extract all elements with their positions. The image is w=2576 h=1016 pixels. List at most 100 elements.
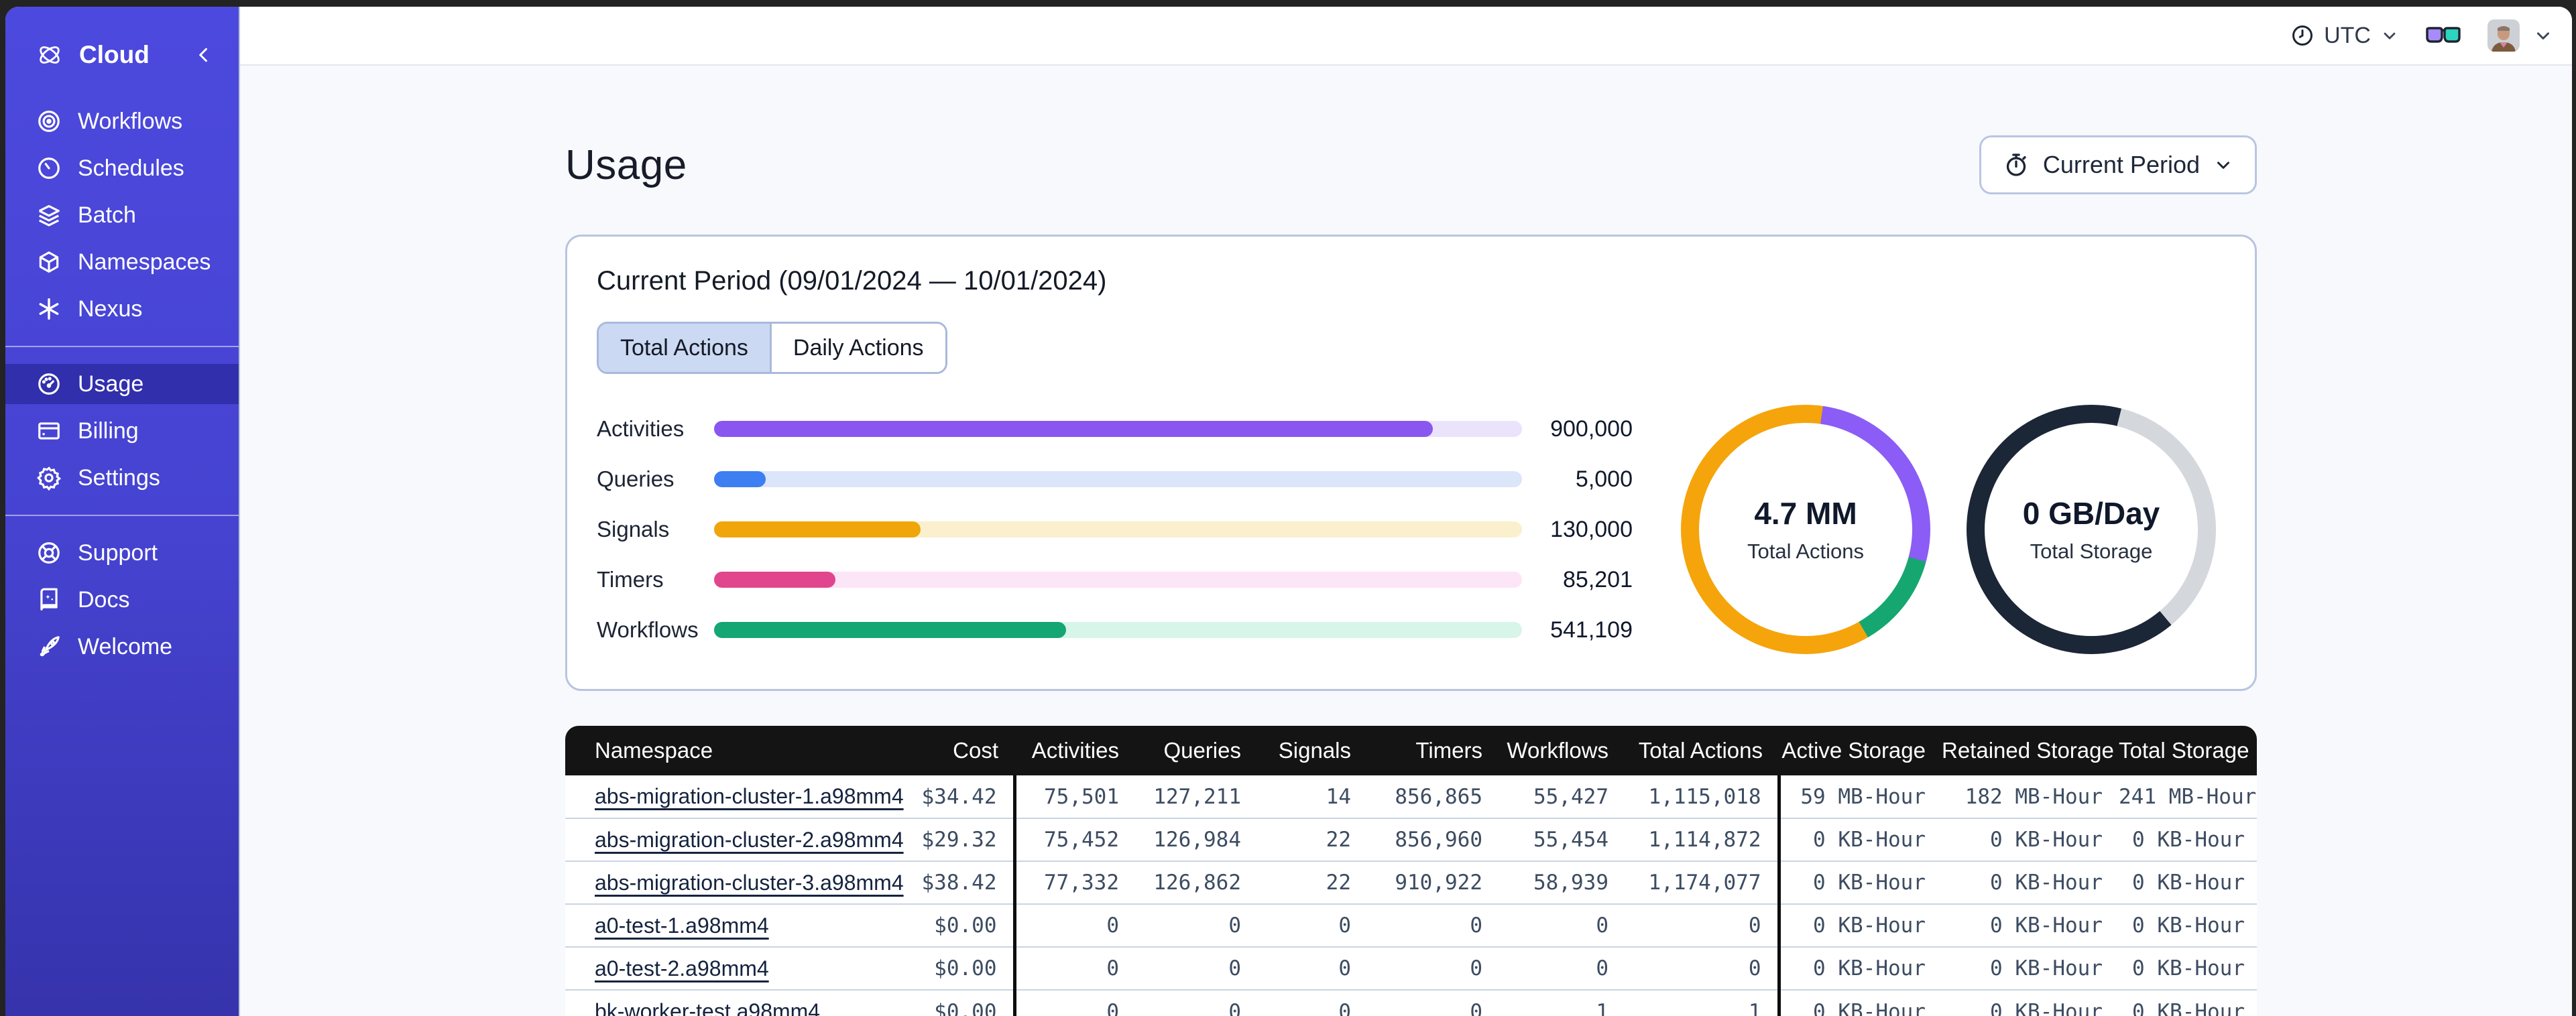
bar-label: Signals bbox=[597, 517, 670, 542]
bar-label: Activities bbox=[597, 416, 685, 441]
value-cell: 0 KB-Hour bbox=[1777, 861, 1942, 904]
bar-track bbox=[714, 521, 1522, 537]
value-cell: 0 bbox=[1257, 989, 1367, 1016]
sidebar-brand[interactable]: Cloud bbox=[5, 31, 239, 79]
sidebar-divider bbox=[5, 515, 239, 516]
value-cell: 0 bbox=[1625, 903, 1779, 947]
account-menu[interactable] bbox=[2487, 19, 2553, 52]
sidebar-item-label: Docs bbox=[78, 586, 130, 613]
value-cell: 22 bbox=[1257, 818, 1367, 861]
support-lifebuoy-icon bbox=[36, 540, 62, 566]
sidebar-item-billing[interactable]: Billing bbox=[5, 411, 239, 451]
value-cell: 182 MB-Hour bbox=[1942, 775, 2119, 818]
docs-book-icon bbox=[36, 587, 62, 613]
value-cell: 0 KB-Hour bbox=[2119, 818, 2257, 861]
value-cell: 0 bbox=[1135, 989, 1257, 1016]
sidebar-item-schedules[interactable]: Schedules bbox=[5, 148, 239, 188]
sidebar-item-batch[interactable]: Batch bbox=[5, 195, 239, 235]
sidebar-item-label: Billing bbox=[78, 418, 139, 444]
namespace-link[interactable]: bk-worker-test.a98mm4 bbox=[595, 999, 820, 1016]
namespace-link[interactable]: abs-migration-cluster-1.a98mm4 bbox=[595, 784, 904, 808]
bar-row: Signals 130,000 bbox=[597, 516, 1633, 542]
page-content: Usage Current Period Current Period (09/… bbox=[240, 66, 2572, 1016]
table-row: abs-migration-cluster-2.a98mm4 $29.32 75,4… bbox=[565, 818, 2257, 861]
sidebar-item-docs[interactable]: Docs bbox=[5, 580, 239, 620]
value-cell: 0 KB-Hour bbox=[1777, 946, 1942, 990]
value-cell: 75,452 bbox=[1012, 818, 1135, 861]
sidebar-item-label: Workflows bbox=[78, 108, 183, 134]
value-cell: 14 bbox=[1257, 775, 1367, 818]
value-cell: 0 bbox=[1367, 946, 1499, 990]
period-dropdown-button[interactable]: Current Period bbox=[1979, 135, 2257, 194]
sidebar-collapse-icon[interactable] bbox=[194, 45, 215, 65]
sidebar-item-label: Welcome bbox=[78, 633, 173, 659]
value-cell: 0 bbox=[1367, 903, 1499, 947]
stopwatch-icon bbox=[2003, 151, 2030, 178]
chevron-down-icon bbox=[2533, 25, 2553, 46]
value-cell: 0 bbox=[1625, 946, 1779, 990]
column-header: Total Storage bbox=[2119, 726, 2257, 775]
feedback-glasses-icon[interactable] bbox=[2426, 24, 2461, 47]
panel-title: Current Period (09/01/2024 — 10/01/2024) bbox=[597, 266, 1107, 296]
column-header: Namespace bbox=[565, 726, 833, 775]
value-cell: 0 KB-Hour bbox=[2119, 861, 2257, 904]
value-cell: 0 bbox=[1135, 946, 1257, 990]
table-header-row: Namespace Cost Activities Queries Signals Tim… bbox=[565, 726, 2257, 775]
column-header: Signals bbox=[1257, 726, 1367, 775]
sidebar-item-namespaces[interactable]: Namespaces bbox=[5, 242, 239, 282]
table-row: a0-test-2.a98mm4 $0.00 0 0 0 0 0 0 0 KB-Hour 0 KB… bbox=[565, 946, 2257, 990]
sidebar-item-usage[interactable]: Usage bbox=[5, 364, 239, 404]
actions-bar-chart: Activities 900,000 Queries 5,000 Signals… bbox=[597, 416, 1633, 643]
sidebar-item-support[interactable]: Support bbox=[5, 533, 239, 573]
namespace-usage-table: Namespace Cost Activities Queries Signals Tim… bbox=[565, 726, 2257, 1016]
sidebar-item-welcome[interactable]: Welcome bbox=[5, 627, 239, 667]
donut-center: 4.7 MM Total Actions bbox=[1699, 423, 1912, 636]
period-dropdown-label: Current Period bbox=[2042, 151, 2200, 178]
bar-row: Workflows 541,109 bbox=[597, 617, 1633, 643]
value-cell: 77,332 bbox=[1012, 861, 1135, 904]
bar-row: Activities 900,000 bbox=[597, 416, 1633, 442]
value-cell: 0 KB-Hour bbox=[2119, 989, 2257, 1016]
tab-daily-actions[interactable]: Daily Actions bbox=[771, 324, 945, 372]
namespace-cell: abs-migration-cluster-1.a98mm4 bbox=[565, 775, 904, 818]
bar-value: 5,000 bbox=[1575, 466, 1633, 492]
bar-label: Queries bbox=[597, 466, 675, 491]
donut-chart: 0 GB/Day Total Storage bbox=[1967, 405, 2216, 654]
value-cell: 55,454 bbox=[1499, 818, 1625, 861]
bar-fill bbox=[714, 622, 1067, 638]
value-cell: 0 KB-Hour bbox=[1942, 989, 2119, 1016]
sidebar-item-label: Usage bbox=[78, 371, 144, 397]
value-cell: 0 bbox=[1257, 903, 1367, 947]
value-cell: 59 MB-Hour bbox=[1777, 775, 1942, 818]
value-cell: $0.00 bbox=[833, 946, 1014, 990]
timezone-label: UTC bbox=[2324, 22, 2371, 48]
billing-card-icon bbox=[36, 418, 62, 444]
namespace-link[interactable]: abs-migration-cluster-3.a98mm4 bbox=[595, 871, 904, 895]
tab-total-actions[interactable]: Total Actions bbox=[599, 324, 772, 372]
sidebar-item-settings[interactable]: Settings bbox=[5, 458, 239, 498]
namespace-link[interactable]: abs-migration-cluster-2.a98mm4 bbox=[595, 828, 904, 852]
schedules-icon bbox=[36, 155, 62, 181]
sidebar-item-nexus[interactable]: Nexus bbox=[5, 289, 239, 329]
table-row: a0-test-1.a98mm4 $0.00 0 0 0 0 0 0 0 KB-Hour 0 KB… bbox=[565, 903, 2257, 947]
bar-label: Workflows bbox=[597, 617, 699, 642]
donut-chart: 4.7 MM Total Actions bbox=[1681, 405, 1930, 654]
value-cell: 22 bbox=[1257, 861, 1367, 904]
column-header: Workflows bbox=[1499, 726, 1625, 775]
sidebar-item-workflows[interactable]: Workflows bbox=[5, 101, 239, 141]
sidebar-item-label: Support bbox=[78, 539, 158, 566]
bar-track bbox=[714, 572, 1522, 588]
usage-gauge-icon bbox=[36, 371, 62, 397]
namespace-link[interactable]: a0-test-1.a98mm4 bbox=[595, 913, 769, 938]
column-header: Retained Storage bbox=[1942, 726, 2119, 775]
namespace-link[interactable]: a0-test-2.a98mm4 bbox=[595, 956, 769, 980]
namespace-cell: a0-test-1.a98mm4 bbox=[565, 903, 833, 947]
sidebar-divider bbox=[5, 346, 239, 347]
value-cell: 1,115,018 bbox=[1625, 775, 1779, 818]
bar-track bbox=[714, 622, 1522, 638]
value-cell: 910,922 bbox=[1367, 861, 1499, 904]
bar-row: Timers 85,201 bbox=[597, 567, 1633, 592]
main-area: UTC Usage Current Period Current Period … bbox=[240, 7, 2572, 1016]
bar-value: 130,000 bbox=[1550, 516, 1633, 542]
timezone-selector[interactable]: UTC bbox=[2290, 23, 2399, 49]
